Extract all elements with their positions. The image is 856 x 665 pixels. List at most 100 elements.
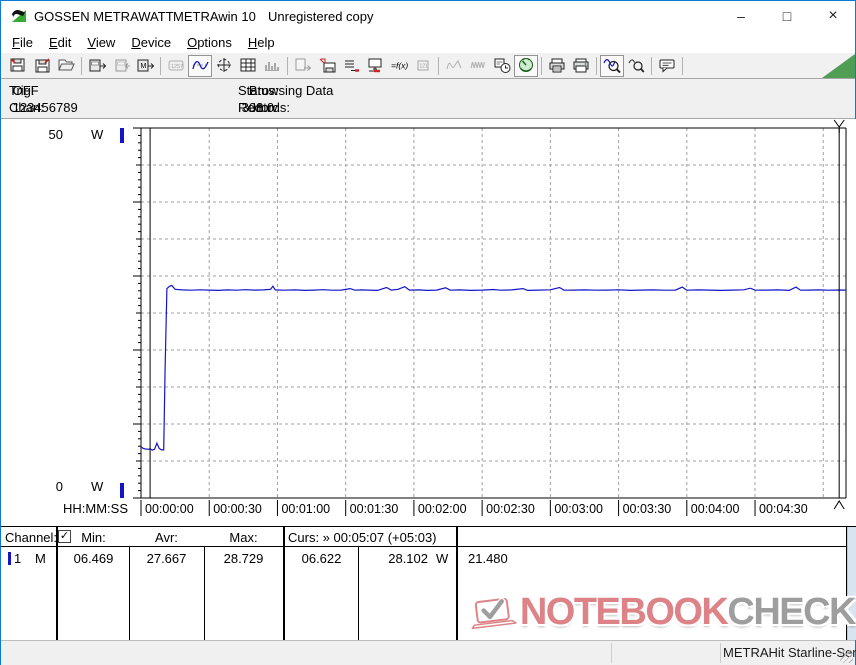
toolbar-button-data-table-view[interactable] (236, 55, 260, 77)
minimize-button[interactable]: – (718, 1, 764, 31)
toolbar-button-receive-from-device (109, 55, 133, 77)
toolbar-button-timer-meter[interactable] (490, 55, 514, 77)
channel-color-swatch (8, 552, 11, 565)
print-icon (573, 58, 588, 73)
data-table-view-icon (240, 58, 255, 72)
status-bar: METRAHit Starline-Seri (1, 640, 856, 665)
monitor-config-icon (368, 58, 381, 73)
toolbar-button-export (291, 55, 315, 77)
x-tick-label: 00:02:30 (486, 502, 535, 516)
title-license: Unregistered copy (268, 9, 374, 24)
menu-options[interactable]: Options (179, 33, 240, 52)
col-header-cursor: Curs: » 00:05:07 (+05:03) (288, 530, 437, 545)
toolbar-button-meter-online[interactable] (514, 54, 538, 77)
toolbar-button-numeric-display: 1257 (164, 55, 188, 77)
zoom-wave-icon (602, 59, 621, 74)
save-as-icon (35, 58, 50, 73)
x-tick-label: 00:01:30 (350, 502, 399, 516)
col-header-max: Max: (229, 530, 258, 545)
value-min: 06.469 (73, 551, 114, 566)
toolbar: M 1257 =f(x) 121 (1, 53, 855, 79)
svg-text:=f(x): =f(x) (391, 61, 408, 71)
toolbar-button-save-as[interactable] (30, 55, 54, 77)
toolbar-separator (541, 56, 542, 75)
table-border (283, 527, 285, 640)
svg-text:1257: 1257 (171, 64, 183, 70)
table-scrollbar[interactable] (847, 527, 856, 640)
toolbar-button-annotation[interactable] (655, 55, 679, 77)
table-border (456, 527, 458, 640)
receive-from-device-icon (115, 59, 130, 72)
chart-plot-area[interactable]: 50 W 0 W HH:MM:SS 00:00:00 00:00:30 00:01:… (1, 119, 856, 526)
title-app-name: METRAwin 10 (173, 9, 256, 24)
x-tick-label: 00:03:00 (554, 502, 603, 516)
toolbar-button-zoom-lens[interactable] (624, 55, 648, 77)
timer-meter-icon (494, 58, 510, 73)
toolbar-button-monitor-config[interactable] (363, 55, 387, 77)
toolbar-button-formula[interactable]: =f(x) (387, 55, 411, 77)
close-button[interactable]: × (810, 1, 856, 31)
menu-file[interactable]: File (4, 33, 41, 52)
meter-online-icon (518, 58, 533, 72)
export-icon (295, 58, 311, 71)
toolbar-button-print[interactable] (569, 55, 593, 77)
menu-help[interactable]: Help (240, 33, 283, 52)
toolbar-button-histogram-view (260, 55, 284, 77)
x-tick-label: 00:01:00 (281, 502, 330, 516)
toolbar-button-cursor-crosshair[interactable] (212, 55, 236, 77)
save-icon (9, 58, 24, 72)
cursor2-bottom-handle[interactable] (833, 500, 845, 510)
toolbar-button-send-to-device[interactable] (85, 55, 109, 77)
toolbar-button-trigger-dense (466, 55, 490, 77)
menu-edit[interactable]: Edit (41, 33, 79, 52)
resize-grip[interactable] (840, 650, 853, 663)
statusbar-divider (720, 643, 721, 663)
device-upload-icon: 121 (417, 60, 428, 71)
toolbar-button-save[interactable] (6, 55, 30, 77)
col-header-min: Min: (81, 530, 106, 545)
value-cursor2-unit: W (436, 551, 449, 566)
toolbar-button-store-to-disk[interactable] (315, 55, 339, 77)
acquisition-info-panel: Trig: OFF Chan: 123456789 Status: Browsi… (1, 79, 855, 119)
toolbar-separator (160, 56, 161, 75)
app-window: GOSSEN METRAWATT METRAwin 10 Unregistere… (0, 0, 856, 665)
device-memory-icon: M (137, 59, 154, 72)
toolbar-button-open[interactable] (54, 55, 78, 77)
toolbar-button-channel-config[interactable] (339, 55, 363, 77)
numeric-display-icon: 1257 (168, 60, 183, 71)
print-preview-icon (549, 58, 564, 73)
menu-bar: File Edit View Device Options Help (1, 31, 855, 53)
toolbar-button-waveform-view[interactable] (188, 54, 212, 77)
channel-number: 1 (14, 551, 22, 566)
table-header-divider (1, 546, 846, 547)
channel-table: Channel: ✓ Min: Avr: Max: Curs: » 00:05:… (1, 526, 856, 640)
value-cursor2: 28.102 (388, 551, 428, 566)
value-delta: 21.480 (468, 551, 508, 566)
toolbar-button-print-preview[interactable] (545, 55, 569, 77)
cursor2-top-handle[interactable] (833, 119, 845, 133)
toolbar-button-zoom-wave[interactable] (600, 54, 624, 77)
x-tick-label: 00:03:30 (623, 502, 672, 516)
open-icon (57, 59, 75, 71)
menu-device[interactable]: Device (123, 33, 179, 52)
x-tick-label: 00:04:00 (691, 502, 740, 516)
svg-text:M: M (140, 63, 146, 70)
toolbar-button-device-memory[interactable]: M (133, 55, 157, 77)
status-value: Browsing Data (248, 83, 334, 98)
zoom-lens-icon (628, 59, 644, 73)
value-cursor1: 06.622 (301, 551, 342, 566)
toolbar-button-trigger-wave (442, 55, 466, 77)
value-max: 28.729 (223, 551, 264, 566)
value-avr: 27.667 (146, 551, 187, 566)
interval-value: 1.0 (256, 100, 275, 115)
x-tick-label: 00:04:30 (759, 502, 808, 516)
x-tick-label: 00:00:00 (145, 502, 194, 516)
channel-config-icon (344, 60, 359, 72)
x-tick-label: 00:00:30 (213, 502, 262, 516)
menu-view[interactable]: View (79, 33, 123, 52)
toolbar-button-device-upload: 121 (411, 55, 435, 77)
channel-mode: M (35, 551, 46, 566)
toolbar-separator (651, 56, 652, 75)
maximize-button[interactable]: □ (764, 1, 810, 31)
col-header-avr: Avr: (155, 530, 178, 545)
